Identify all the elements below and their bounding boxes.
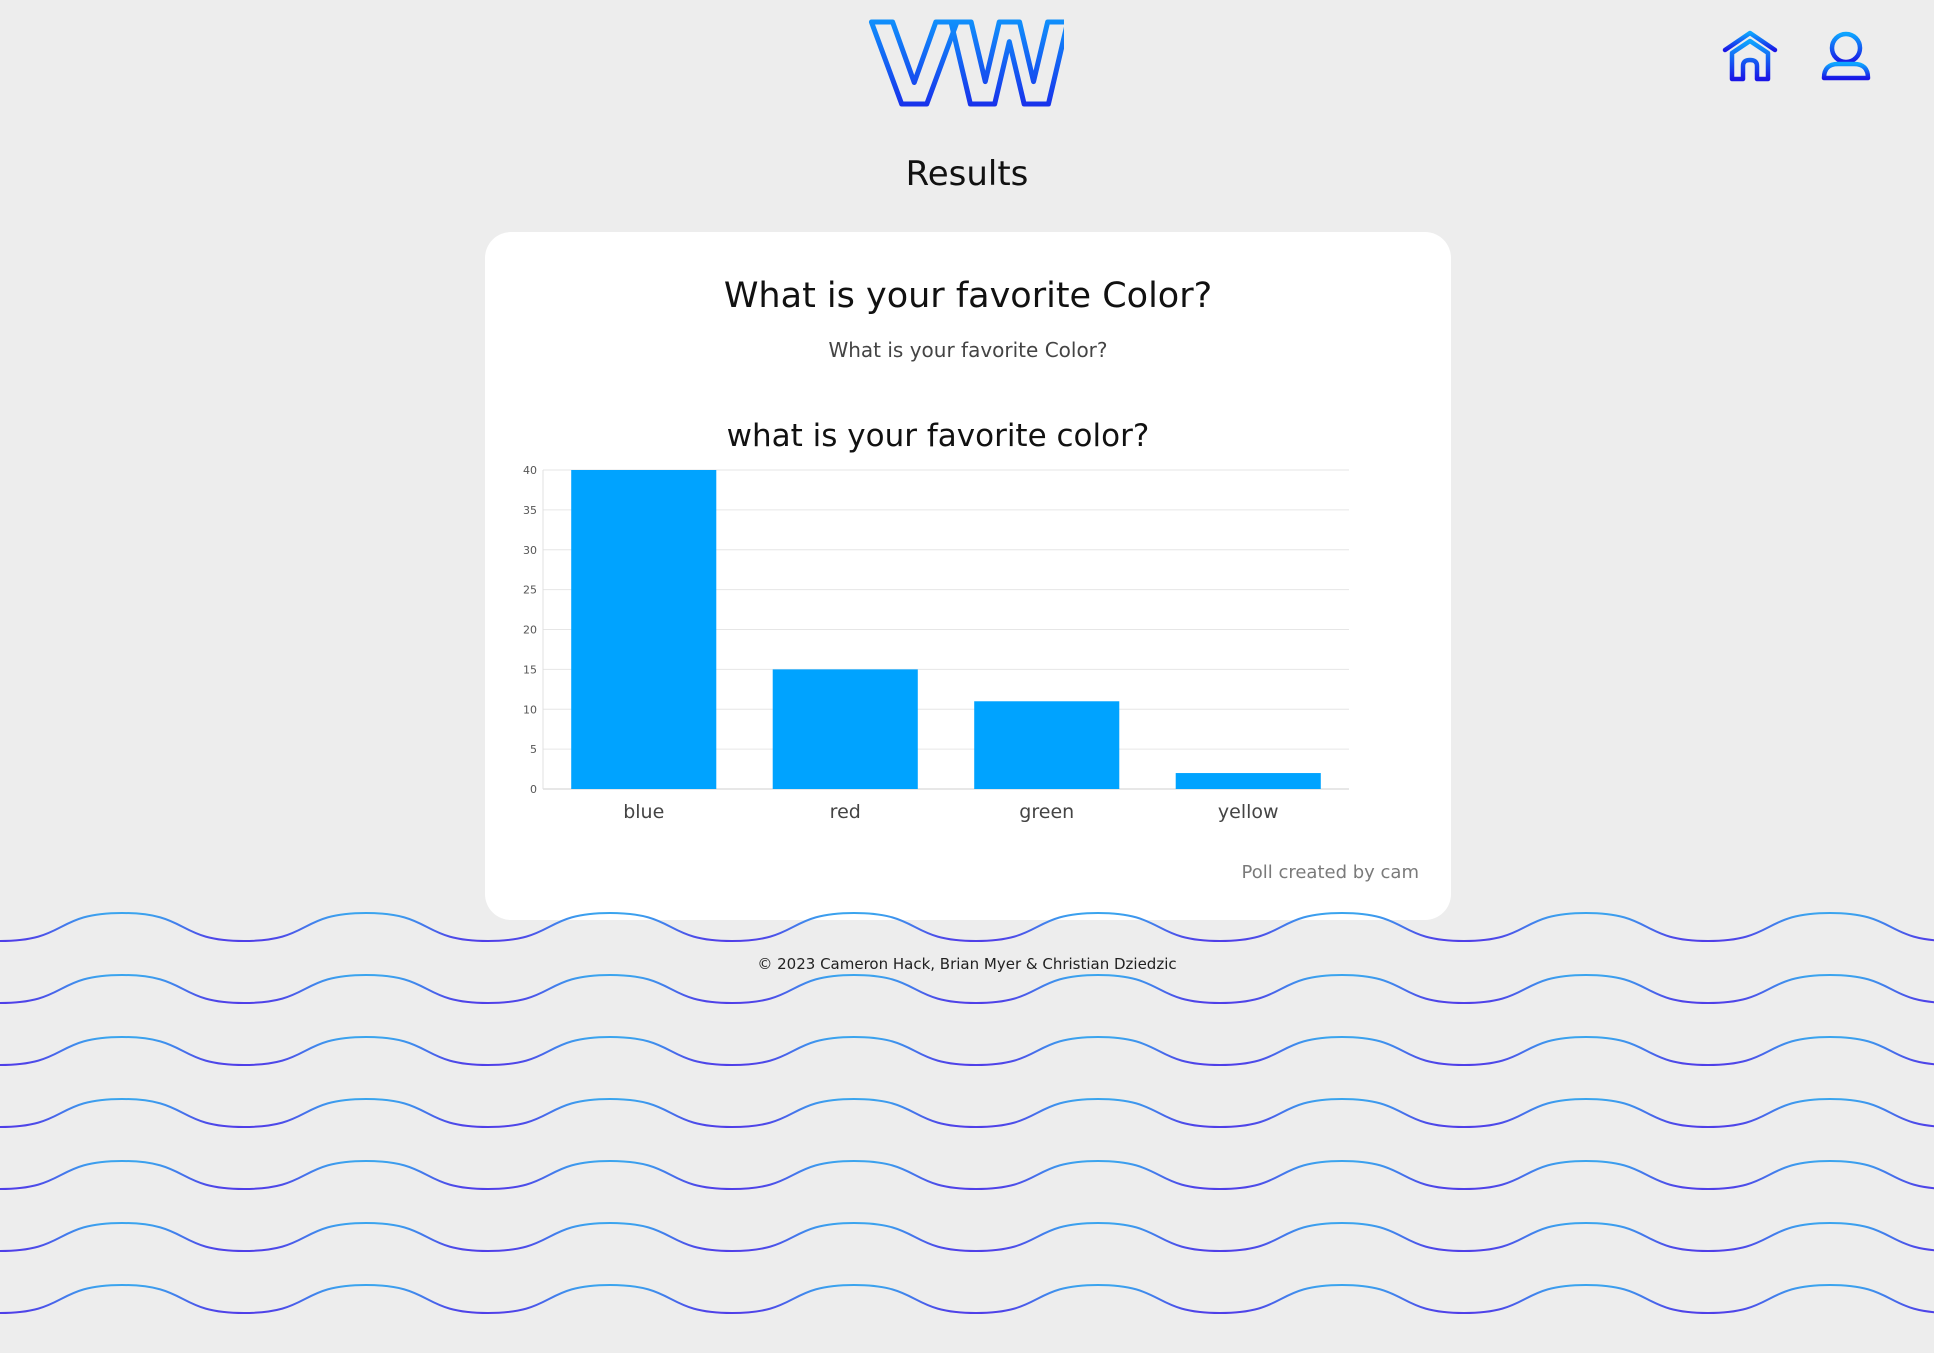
footer-copyright: © 2023 Cameron Hack, Brian Myer & Christ… (757, 955, 1177, 973)
y-tick-label: 35 (523, 504, 537, 517)
x-tick-label: blue (623, 801, 664, 823)
y-tick-label: 20 (523, 624, 537, 637)
bar-blue (571, 470, 717, 789)
y-tick-label: 0 (530, 783, 537, 796)
x-tick-label: red (830, 801, 861, 823)
x-tick-label: yellow (1218, 801, 1279, 823)
vw-logo: VW (868, 16, 1064, 112)
y-tick-label: 25 (523, 584, 537, 597)
wave-line (0, 1035, 1934, 1067)
y-tick-label: 5 (530, 743, 537, 756)
wave-line (0, 1221, 1934, 1253)
bar-chart: 0 5 10 15 20 25 30 35 40 blue red green yellow (523, 464, 1349, 823)
page-title: Results (905, 154, 1029, 194)
home-icon[interactable] (1722, 30, 1778, 84)
x-tick-label: green (1019, 801, 1074, 823)
wave-background (0, 911, 1934, 1315)
wave-line (0, 973, 1934, 1005)
y-tick-label: 40 (523, 464, 537, 477)
poll-results-card: What is your favorite Color? What is you… (485, 232, 1451, 920)
poll-creator: Poll created by cam (1241, 862, 1420, 883)
wave-line (0, 1283, 1934, 1315)
wave-line (0, 1159, 1934, 1191)
y-tick-label: 10 (523, 703, 537, 716)
wave-line (0, 1097, 1934, 1129)
bar-yellow (1175, 773, 1321, 789)
poll-description: What is your favorite Color? (828, 338, 1108, 362)
user-icon[interactable] (1818, 30, 1874, 84)
y-tick-label: 15 (523, 663, 537, 676)
bar-green (974, 701, 1120, 789)
chart-title: what is your favorite color? (726, 418, 1150, 454)
bar-red (772, 669, 918, 789)
logo-text: VW (871, 16, 1064, 112)
wave-line (0, 911, 1934, 943)
y-tick-label: 30 (523, 544, 537, 557)
poll-title: What is your favorite Color? (723, 276, 1213, 316)
